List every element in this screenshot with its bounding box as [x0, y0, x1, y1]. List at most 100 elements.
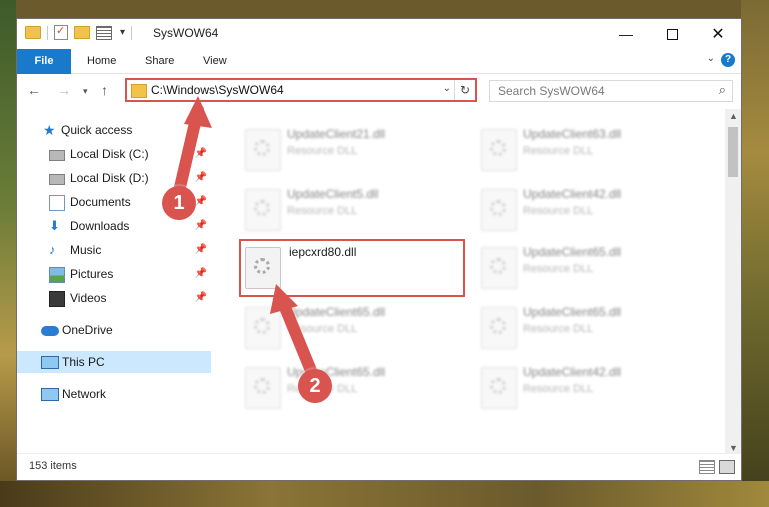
pin-icon[interactable]: 📌 [195, 143, 207, 165]
forward-arrow-icon[interactable]: → [57, 82, 71, 98]
scroll-up-arrow-icon[interactable]: ▲ [729, 111, 738, 121]
file-name: UpdateClient65.dll [523, 305, 622, 319]
sidebar-item-network[interactable]: Network [17, 383, 211, 405]
sidebar-item-label: Local Disk (D:) [70, 171, 149, 185]
annotation-step-2-badge: 2 [298, 369, 332, 403]
new-folder-icon[interactable] [74, 26, 90, 39]
pin-icon[interactable]: 📌 [195, 287, 207, 309]
sidebar-item-local-disk-c[interactable]: Local Disk (C:) 📌 [17, 143, 211, 165]
sidebar-item-label: OneDrive [62, 323, 113, 337]
file-item-highlighted[interactable]: iepcxrd80.dll [239, 239, 465, 297]
folder-icon[interactable] [25, 26, 41, 39]
gear-icon [254, 140, 270, 156]
large-icons-view-icon[interactable] [719, 460, 735, 474]
sidebar-item-quick-access[interactable]: ★ Quick access [17, 119, 211, 141]
sidebar-item-pictures[interactable]: Pictures 📌 [17, 263, 211, 285]
back-arrow-icon[interactable]: ← [27, 82, 41, 98]
customize-toolbar-dropdown-icon[interactable]: ▾ [120, 27, 125, 38]
file-name: UpdateClient42.dll [523, 187, 622, 201]
pin-icon[interactable]: 📌 [195, 239, 207, 261]
gear-icon [254, 378, 270, 394]
gear-icon [490, 140, 506, 156]
help-icon[interactable]: ? [721, 53, 735, 67]
file-type: Resource DLL [287, 323, 358, 335]
sidebar-item-onedrive[interactable]: OneDrive [17, 319, 211, 341]
dll-file-icon [481, 307, 517, 349]
file-type: Resource DLL [287, 205, 358, 217]
address-path[interactable]: C:\Windows\SysWOW64 [151, 83, 284, 97]
tab-share[interactable]: Share [145, 49, 174, 73]
pictures-icon [49, 267, 65, 283]
pin-icon[interactable]: 📌 [195, 263, 207, 285]
quick-access-toolbar: ▾ [25, 24, 133, 40]
status-bar: 153 items [17, 453, 741, 480]
search-input[interactable]: Search SysWOW64 [498, 84, 605, 98]
sidebar-item-music[interactable]: ♪ Music 📌 [17, 239, 211, 261]
file-item[interactable]: UpdateClient65.dll Resource DLL [239, 361, 469, 417]
view-options-icon[interactable] [96, 25, 112, 40]
expand-ribbon-chevron-icon[interactable]: ⌄ [707, 53, 715, 64]
file-name: UpdateClient21.dll [287, 127, 386, 141]
disk-icon [49, 150, 65, 161]
address-dropdown-chevron-icon[interactable]: ⌄ [443, 83, 451, 94]
sidebar-item-videos[interactable]: Videos 📌 [17, 287, 211, 309]
address-bar[interactable]: C:\Windows\SysWOW64 ⌄ ↻ [125, 78, 477, 102]
vertical-scrollbar[interactable]: ▲ ▼ [725, 109, 741, 455]
toolbar-separator [131, 25, 133, 40]
file-item[interactable]: UpdateClient21.dll Resource DLL [239, 123, 469, 179]
sidebar-item-label: This PC [62, 355, 105, 369]
search-box[interactable]: Search SysWOW64 ⌕ [489, 80, 733, 102]
sidebar-item-label: Videos [70, 291, 107, 305]
maximize-button[interactable] [649, 19, 695, 49]
file-item[interactable]: UpdateClient42.dll Resource DLL [475, 183, 705, 239]
sidebar-item-this-pc[interactable]: This PC [17, 351, 211, 373]
file-item[interactable]: UpdateClient65.dll Resource DLL [475, 301, 705, 357]
file-name: UpdateClient63.dll [523, 127, 622, 141]
gear-icon [490, 378, 506, 394]
tab-home[interactable]: Home [87, 49, 116, 73]
network-icon [41, 388, 59, 401]
file-item[interactable]: UpdateClient42.dll Resource DLL [475, 361, 705, 417]
cloud-icon [41, 326, 59, 336]
desktop-background-right [741, 0, 769, 507]
music-icon: ♪ [49, 242, 56, 257]
gear-icon [254, 318, 270, 334]
pin-icon[interactable]: 📌 [195, 215, 207, 237]
sidebar-item-label: Quick access [61, 123, 133, 137]
dll-file-icon [245, 367, 281, 409]
scrollbar-thumb[interactable] [728, 127, 738, 177]
refresh-icon[interactable]: ↻ [454, 80, 475, 100]
file-item[interactable]: UpdateClient63.dll Resource DLL [475, 123, 705, 179]
up-arrow-icon[interactable]: ↑ [101, 82, 108, 98]
disk-icon [49, 174, 65, 185]
desktop-background-left [0, 0, 16, 507]
dll-file-icon [481, 129, 517, 171]
pin-icon[interactable]: 📌 [195, 167, 207, 189]
file-item[interactable]: UpdateClient65.dll Resource DLL [475, 241, 705, 297]
tab-view[interactable]: View [203, 49, 227, 73]
star-icon: ★ [43, 122, 56, 138]
item-count: 153 items [29, 460, 77, 472]
file-type: Resource DLL [523, 383, 594, 395]
dll-file-icon [245, 189, 281, 231]
close-button[interactable]: ✕ [695, 19, 741, 49]
recent-locations-chevron-icon[interactable]: ▾ [83, 86, 88, 97]
dll-file-icon [245, 247, 281, 289]
scroll-down-arrow-icon[interactable]: ▼ [729, 443, 738, 453]
dll-file-icon [481, 189, 517, 231]
pin-icon[interactable]: 📌 [195, 191, 207, 213]
title-bar: ▾ SysWOW64 — ✕ [17, 19, 741, 49]
gear-icon [254, 258, 270, 274]
properties-icon[interactable] [54, 24, 68, 40]
file-item[interactable]: UpdateClient65.dll Resource DLL [239, 301, 469, 357]
explorer-window: ▾ SysWOW64 — ✕ File Home Share View ⌄ ? … [16, 18, 742, 481]
videos-icon [49, 291, 65, 307]
file-type: Resource DLL [523, 323, 594, 335]
ribbon-tabs: File Home Share View ⌄ ? [17, 49, 741, 105]
toolbar-separator [47, 25, 48, 40]
details-view-icon[interactable] [699, 460, 715, 474]
file-item[interactable]: UpdateClient5.dll Resource DLL [239, 183, 469, 239]
dll-file-icon [481, 247, 517, 289]
minimize-button[interactable]: — [603, 19, 649, 49]
computer-icon [41, 356, 59, 369]
